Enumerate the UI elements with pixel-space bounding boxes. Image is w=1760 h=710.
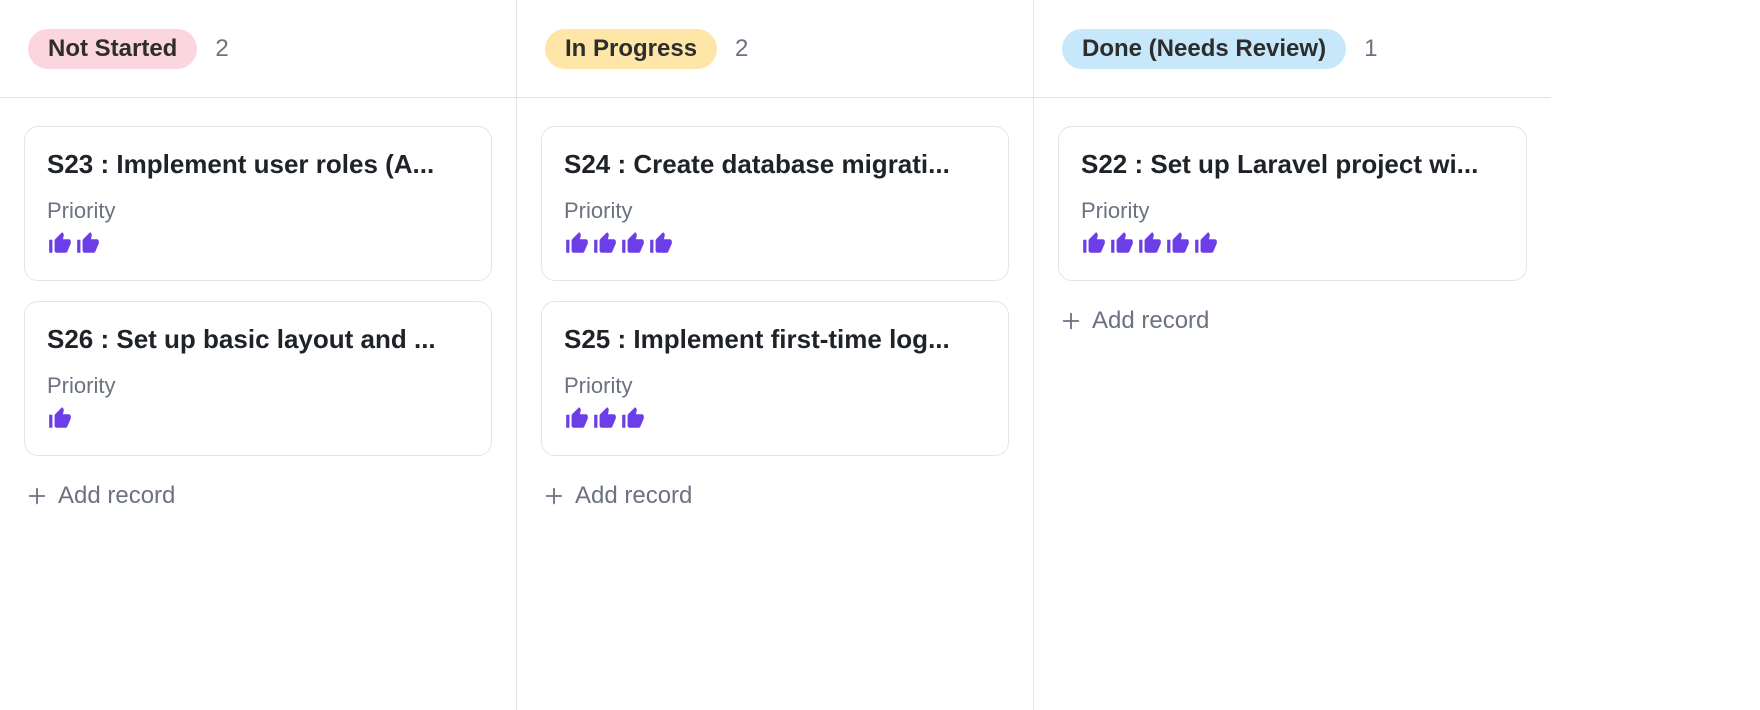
- add-record-button[interactable]: Add record: [1058, 301, 1211, 341]
- add-record-label: Add record: [575, 482, 692, 510]
- thumbs-up-icon: [592, 405, 618, 431]
- add-record-label: Add record: [58, 482, 175, 510]
- add-record-button[interactable]: Add record: [24, 476, 177, 516]
- column-not-started: Not Started 2 S23 : Implement user roles…: [0, 0, 517, 710]
- priority-label: Priority: [47, 373, 469, 399]
- priority-label: Priority: [564, 198, 986, 224]
- column-count: 1: [1364, 35, 1377, 63]
- priority-thumbs: [1081, 230, 1504, 256]
- plus-icon: [543, 485, 565, 507]
- column-header: In Progress 2: [517, 0, 1033, 98]
- priority-thumbs: [47, 230, 469, 256]
- card-title: S26 : Set up basic layout and ...: [47, 324, 469, 355]
- priority-label: Priority: [564, 373, 986, 399]
- card-title: S24 : Create database migrati...: [564, 149, 986, 180]
- card[interactable]: S23 : Implement user roles (A... Priorit…: [24, 126, 492, 281]
- status-pill-in-progress[interactable]: In Progress: [545, 29, 717, 69]
- thumbs-up-icon: [620, 230, 646, 256]
- status-pill-not-started[interactable]: Not Started: [28, 29, 197, 69]
- status-pill-done-review[interactable]: Done (Needs Review): [1062, 29, 1346, 69]
- column-header: Not Started 2: [0, 0, 516, 98]
- priority-thumbs: [47, 405, 469, 431]
- column-done-review: Done (Needs Review) 1 S22 : Set up Larav…: [1034, 0, 1551, 710]
- thumbs-up-icon: [1165, 230, 1191, 256]
- column-body: S24 : Create database migrati... Priorit…: [517, 98, 1033, 516]
- card[interactable]: S22 : Set up Laravel project wi... Prior…: [1058, 126, 1527, 281]
- card[interactable]: S26 : Set up basic layout and ... Priori…: [24, 301, 492, 456]
- thumbs-up-icon: [1109, 230, 1135, 256]
- priority-label: Priority: [47, 198, 469, 224]
- add-record-button[interactable]: Add record: [541, 476, 694, 516]
- column-count: 2: [735, 35, 748, 63]
- plus-icon: [1060, 310, 1082, 332]
- kanban-board: Not Started 2 S23 : Implement user roles…: [0, 0, 1760, 710]
- thumbs-up-icon: [648, 230, 674, 256]
- priority-label: Priority: [1081, 198, 1504, 224]
- column-count: 2: [215, 35, 228, 63]
- thumbs-up-icon: [47, 230, 73, 256]
- priority-thumbs: [564, 230, 986, 256]
- column-header: Done (Needs Review) 1: [1034, 0, 1551, 98]
- thumbs-up-icon: [75, 230, 101, 256]
- thumbs-up-icon: [564, 230, 590, 256]
- thumbs-up-icon: [1081, 230, 1107, 256]
- thumbs-up-icon: [620, 405, 646, 431]
- plus-icon: [26, 485, 48, 507]
- card[interactable]: S25 : Implement first-time log... Priori…: [541, 301, 1009, 456]
- card-title: S23 : Implement user roles (A...: [47, 149, 469, 180]
- thumbs-up-icon: [592, 230, 618, 256]
- thumbs-up-icon: [47, 405, 73, 431]
- column-body: S23 : Implement user roles (A... Priorit…: [0, 98, 516, 516]
- add-record-label: Add record: [1092, 307, 1209, 335]
- priority-thumbs: [564, 405, 986, 431]
- column-in-progress: In Progress 2 S24 : Create database migr…: [517, 0, 1034, 710]
- thumbs-up-icon: [564, 405, 590, 431]
- column-body: S22 : Set up Laravel project wi... Prior…: [1034, 98, 1551, 341]
- card-title: S25 : Implement first-time log...: [564, 324, 986, 355]
- thumbs-up-icon: [1193, 230, 1219, 256]
- card-title: S22 : Set up Laravel project wi...: [1081, 149, 1504, 180]
- card[interactable]: S24 : Create database migrati... Priorit…: [541, 126, 1009, 281]
- thumbs-up-icon: [1137, 230, 1163, 256]
